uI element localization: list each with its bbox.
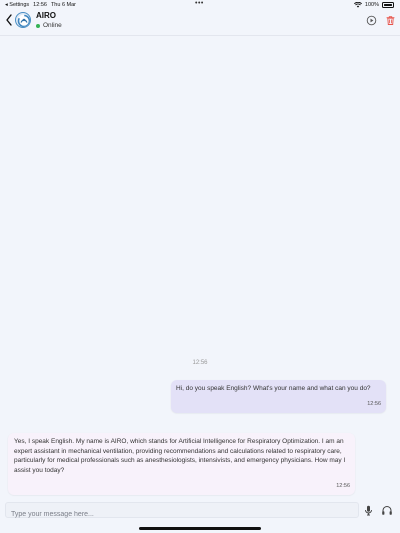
user-message-bubble: Hi, do you speak English? What's your na… — [171, 380, 386, 413]
airo-logo-icon — [17, 14, 30, 27]
message-input[interactable] — [6, 507, 358, 522]
message-text: Yes, I speak English. My name is AIRO, w… — [14, 438, 346, 474]
trash-icon[interactable] — [385, 15, 396, 26]
battery-percent: 100% — [364, 2, 379, 8]
status-bar: ◂ Settings 12:56 Thu 6 Mar ••• 100% — [0, 0, 400, 10]
wifi-icon — [353, 2, 362, 8]
status-time: 12:56 — [33, 2, 47, 8]
message-composer — [5, 502, 359, 522]
headset-icon[interactable] — [381, 505, 393, 516]
status-date: Thu 6 Mar — [50, 2, 77, 8]
battery-icon — [382, 2, 394, 8]
header-divider — [0, 35, 400, 36]
time-separator: 12:56 — [192, 360, 208, 366]
back-to-settings-link[interactable]: ◂ Settings — [5, 2, 29, 8]
status-right: 100% — [353, 2, 394, 8]
message-text: Hi, do you speak English? What's your na… — [176, 385, 371, 392]
assistant-message-bubble: Yes, I speak English. My name is AIRO, w… — [8, 433, 355, 495]
page-title: AIRO — [36, 11, 56, 20]
avatar — [15, 12, 31, 28]
online-dot-icon — [36, 23, 40, 28]
home-indicator[interactable] — [139, 527, 261, 530]
back-chevron-icon[interactable] — [4, 13, 14, 27]
message-time: 12:56 — [336, 482, 350, 489]
presence-status: Online — [36, 22, 62, 29]
microphone-icon[interactable] — [364, 505, 373, 516]
multitasking-dots[interactable]: ••• — [195, 0, 204, 7]
status-left: ◂ Settings 12:56 Thu 6 Mar — [5, 2, 76, 8]
play-icon[interactable] — [366, 15, 377, 26]
presence-label: Online — [43, 22, 62, 29]
chat-header: AIRO Online — [0, 10, 400, 35]
message-time: 12:56 — [367, 400, 381, 407]
